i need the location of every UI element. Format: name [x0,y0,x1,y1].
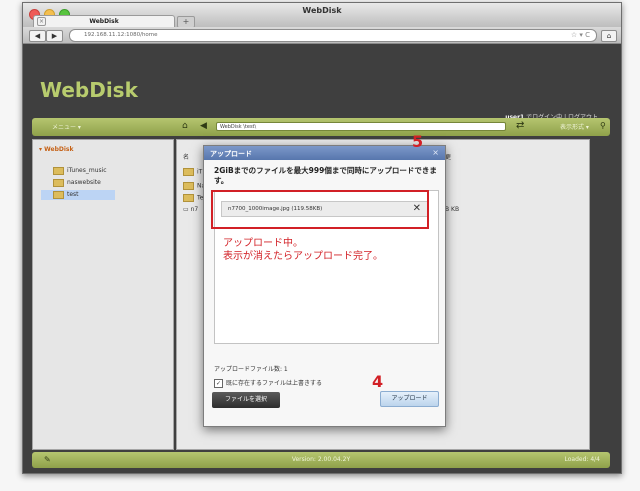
uploading-highlight-box [211,190,429,229]
webdisk-logo: WebDisk [40,78,138,102]
tree-item-naswebsite[interactable]: naswebsite [53,178,101,188]
folder-tree: ▾ WebDisk iTunes_music naswebsite test [32,139,174,450]
overwrite-checkbox[interactable]: ✓ [214,379,223,388]
step-4-label: 4 [372,372,384,391]
folder-icon [183,194,194,202]
list-header: 名 [183,154,190,161]
dialog-titlebar: アップロード × [204,146,445,160]
upload-button[interactable]: アップロード [380,391,439,407]
address-bar[interactable]: 192.168.11.12:1080/home ☆ ▾ C [69,29,597,42]
tree-item-label: iTunes_music [67,167,107,174]
step-5-label: 5 [412,132,424,151]
list-item[interactable]: Na [183,182,205,190]
folder-icon [183,182,194,190]
back-icon[interactable]: ◀ [200,121,207,131]
folder-icon [53,190,64,199]
tree-item-test[interactable]: test [41,190,115,200]
upload-note: アップロード中。 表示が消えたらアップロード完了。 [223,237,383,263]
overwrite-option[interactable]: ✓ 既に存在するファイルは上書きする [214,378,322,388]
dialog-message: 2GiBまでのファイルを最大999個まで同時にアップロードできます。 [214,166,437,185]
upload-note-line2: 表示が消えたらアップロード完了。 [223,251,383,262]
dialog-title: アップロード [210,150,252,158]
tab-label: WebDisk [89,18,119,25]
main-toolbar: メニュー ▾ ⌂ ◀ WebDisk \test\ ⇄ 表示形式 ▾ ⚲ [32,118,610,136]
home-icon[interactable]: ⌂ [182,121,188,131]
browser-toolbar: ◀ ▶ 192.168.11.12:1080/home ☆ ▾ C ⌂ [23,27,621,44]
list-item-label: iT [197,168,203,176]
refresh-icon[interactable]: ⇄ [516,120,524,131]
select-file-button[interactable]: ファイルを選択 [212,392,280,408]
back-button[interactable]: ◀ [29,30,46,42]
folder-icon [183,168,194,176]
address-text: 192.168.11.12:1080/home [84,32,158,38]
tree-root[interactable]: ▾ WebDisk [39,146,73,153]
search-icon[interactable]: ⚲ [600,121,606,130]
tree-item-itunes[interactable]: iTunes_music [53,166,107,176]
upload-dialog: アップロード × 2GiBまでのファイルを最大999個まで同時にアップロードでき… [203,145,446,427]
loaded-count: Loaded: 4/4 [564,456,600,463]
version-text: Version: 2.00.04.2Y [291,456,351,463]
bookmark-reload-icons[interactable]: ☆ ▾ C [571,30,590,41]
forward-button[interactable]: ▶ [46,30,63,42]
folder-icon [53,166,64,175]
display-mode-button[interactable]: 表示形式 ▾ [560,122,589,131]
list-item[interactable]: ▭ n7 [183,206,198,214]
list-item[interactable]: iT [183,168,202,176]
menu-button[interactable]: メニュー ▾ [52,122,81,131]
overwrite-label: 既に存在するファイルは上書きする [226,380,323,387]
status-bar: ✎ Version: 2.00.04.2Y Loaded: 4/4 [32,452,610,468]
folder-icon [53,178,64,187]
upload-count: アップロードファイル数: 1 [214,366,288,373]
dialog-close-icon[interactable]: × [432,148,439,157]
home-button[interactable]: ⌂ [601,30,617,42]
window-title: WebDisk [302,6,342,15]
file-size: B KB [445,206,460,213]
tree-item-label: test [67,191,79,198]
upload-note-line1: アップロード中。 [223,238,303,249]
file-icon: ▭ [183,206,191,213]
list-item-label: n7 [190,206,199,213]
title-bar: WebDisk × WebDisk + [23,3,621,28]
path-field[interactable]: WebDisk \test\ [216,122,506,131]
tree-item-label: naswebsite [67,179,101,186]
list-item[interactable]: Te [183,194,203,202]
